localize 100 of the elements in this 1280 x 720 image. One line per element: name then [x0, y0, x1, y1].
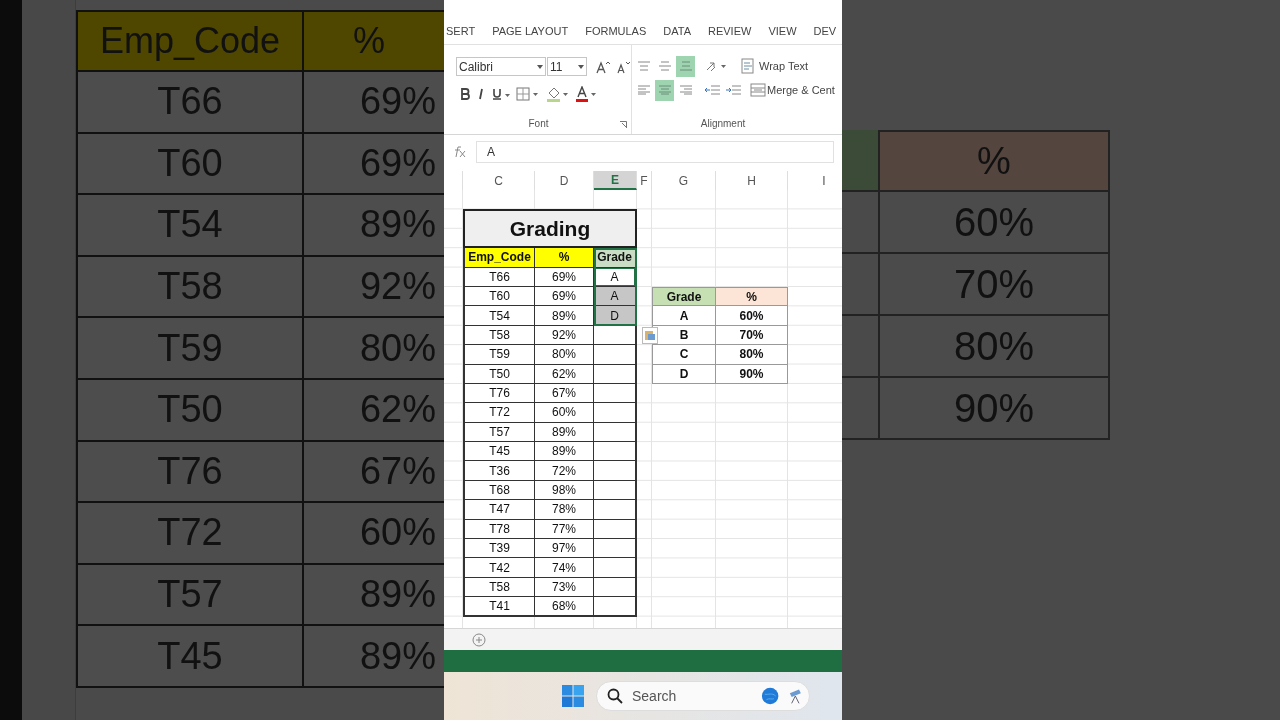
table-cell: 80% [716, 345, 788, 365]
table-cell: 69% [535, 286, 594, 307]
text-orientation-icon[interactable] [705, 59, 729, 73]
table-cell: 60% [716, 306, 788, 326]
font-size-dropdown[interactable]: 11 [547, 57, 587, 76]
table-cell: T76 [463, 383, 535, 404]
search-field[interactable]: Search [632, 685, 752, 707]
increase-indent-icon[interactable] [726, 84, 742, 96]
borders-icon[interactable] [516, 87, 540, 101]
table-cell: 89% [535, 422, 594, 443]
table-cell: 70% [716, 325, 788, 346]
table-cell: T41 [463, 597, 535, 617]
table-cell: T58 [76, 256, 304, 319]
fill-color-icon[interactable] [546, 86, 570, 102]
table-cell: T59 [463, 345, 535, 365]
table-header-cell: Emp_Code [463, 248, 535, 268]
table-header-cell: % [535, 248, 594, 268]
table-cell: 74% [535, 558, 594, 578]
align-right-icon [678, 85, 693, 95]
table-cell: 90% [878, 378, 1110, 440]
table-cell: T66 [463, 267, 535, 287]
font-name-dropdown[interactable]: Calibri [456, 57, 546, 76]
table-header-cell: Emp_Code [76, 10, 304, 72]
table-cell: T42 [463, 558, 535, 578]
table-cell: 78% [535, 500, 594, 520]
align-center-button[interactable] [655, 79, 674, 101]
table-cell: T45 [463, 442, 535, 462]
caret-icon [537, 64, 543, 69]
table-cell: T72 [463, 403, 535, 423]
table-cell: T57 [76, 564, 304, 627]
table-cell: A [652, 306, 716, 326]
merge-center-button[interactable]: Merge & Cent [750, 81, 835, 99]
align-bottom-button[interactable] [676, 55, 695, 77]
table-cell: T68 [463, 480, 535, 501]
table-cell: 69% [535, 267, 594, 287]
table-cell: 89% [535, 306, 594, 326]
search-bar[interactable]: Search [596, 681, 810, 711]
table-cell: T50 [76, 379, 304, 442]
table-cell: 92% [535, 325, 594, 346]
ribbon-tab[interactable]: VIEW [768, 22, 797, 39]
ribbon-tab[interactable]: DEV [813, 22, 837, 39]
telescope-icon [788, 687, 803, 705]
table-cell: 68% [535, 597, 594, 617]
group-label: Font [528, 117, 549, 131]
column-header[interactable]: H [716, 171, 788, 190]
table-cell: T36 [463, 461, 535, 481]
table-cell: T57 [463, 422, 535, 443]
column-header[interactable]: E [594, 171, 637, 190]
table-cell: T78 [463, 519, 535, 540]
italic-icon[interactable] [476, 88, 486, 100]
add-sheet-icon[interactable] [472, 632, 486, 647]
table-cell: C [652, 345, 716, 365]
paste-options-icon[interactable] [642, 326, 658, 344]
shrink-font-icon[interactable] [616, 59, 630, 74]
font-size-value: 11 [550, 58, 563, 76]
table-cell: 89% [535, 442, 594, 462]
windows-start-icon[interactable] [561, 684, 585, 708]
table-cell: 60% [535, 403, 594, 423]
bold-icon[interactable] [460, 88, 470, 100]
align-top-icon [636, 61, 651, 71]
table-cell: 62% [535, 364, 594, 384]
ribbon-tab[interactable]: FORMULAS [585, 22, 647, 39]
table-header-cell: % [878, 130, 1110, 192]
ribbon-tab[interactable]: REVIEW [708, 22, 752, 39]
table-cell: 67% [535, 383, 594, 404]
ribbon-tab[interactable]: DATA [663, 22, 691, 39]
table-cell: T47 [463, 500, 535, 520]
table-cell: T50 [463, 364, 535, 384]
table-cell: 73% [535, 577, 594, 598]
table-cell: T72 [76, 503, 304, 565]
table-cell: 72% [535, 461, 594, 481]
grow-font-icon[interactable] [596, 59, 610, 74]
table-cell: T60 [463, 286, 535, 307]
table-cell: 70% [878, 254, 1110, 316]
ribbon-tab[interactable]: PAGE LAYOUT [492, 22, 569, 39]
formula-input[interactable]: A [476, 141, 834, 163]
merge-icon [750, 82, 766, 98]
wrap-text-button[interactable]: Wrap Text [741, 57, 809, 75]
table-cell: T76 [76, 441, 304, 504]
dialog-launcher-icon[interactable] [620, 121, 627, 128]
font-color-icon[interactable] [576, 86, 598, 102]
align-left-icon [636, 85, 651, 95]
table-header-cell: % [716, 286, 788, 307]
table-cell: 98% [535, 480, 594, 501]
table-cell: 77% [535, 519, 594, 540]
column-header[interactable]: G [652, 171, 716, 190]
table-cell: T60 [76, 133, 304, 196]
table-cell: 90% [716, 364, 788, 384]
underline-icon[interactable] [492, 88, 510, 100]
globe-icon [761, 686, 780, 706]
ribbon-tab[interactable]: SERT [446, 22, 476, 39]
column-header[interactable]: C [463, 171, 535, 190]
search-icon [607, 688, 623, 704]
align-center-icon [657, 85, 672, 95]
decrease-indent-icon[interactable] [705, 84, 721, 96]
table-cell: T66 [76, 72, 304, 134]
column-header[interactable]: F [637, 171, 652, 190]
caret-icon [578, 64, 584, 69]
table-cell: 60% [878, 192, 1110, 254]
table-cell: T39 [463, 539, 535, 559]
